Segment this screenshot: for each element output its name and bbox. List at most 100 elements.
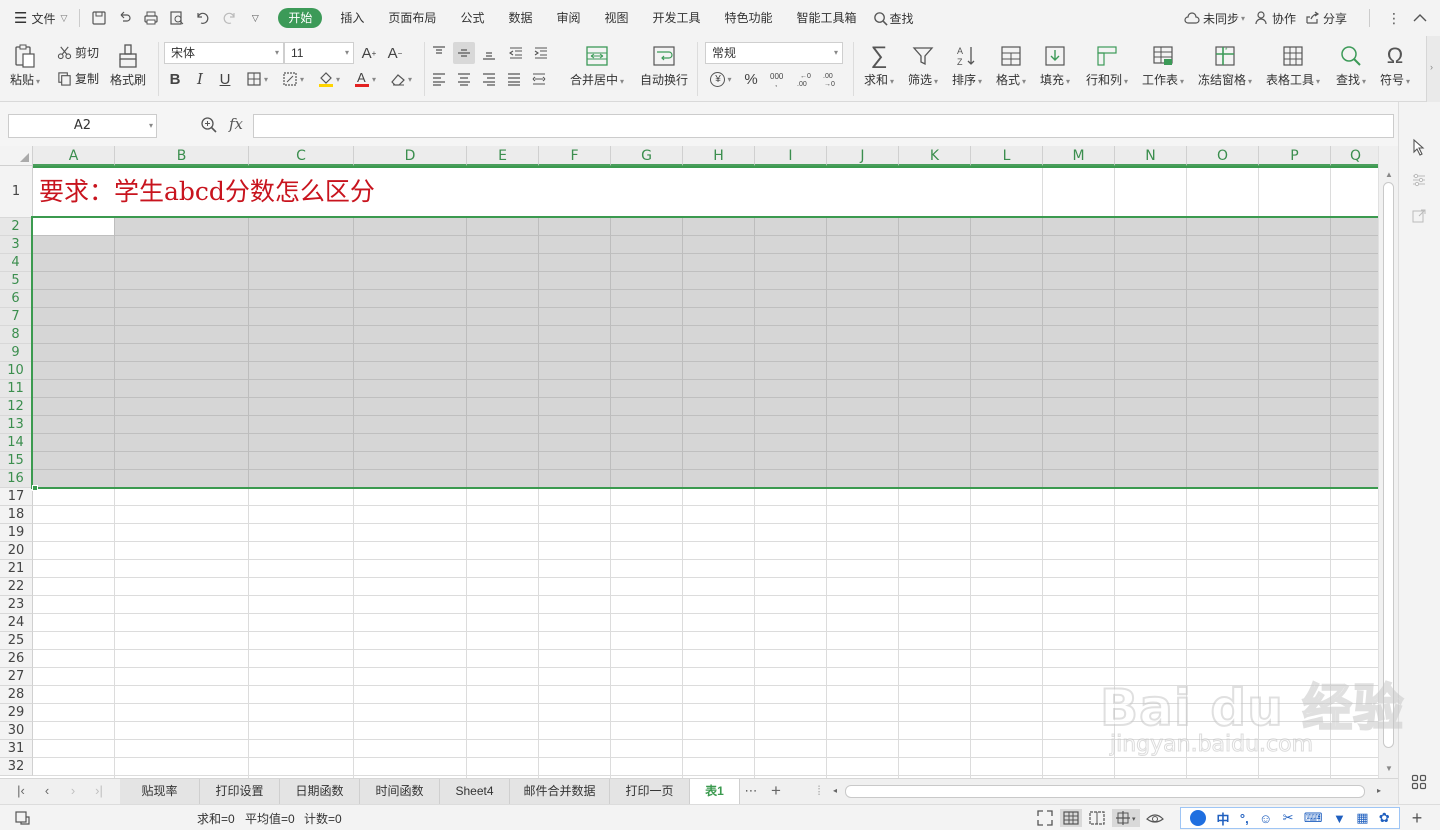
sheet-tab[interactable]: Sheet4 (440, 779, 510, 804)
filter-button[interactable]: 筛选 ▾ (908, 42, 938, 89)
next-sheet-icon[interactable]: › (64, 782, 82, 800)
ime-chinese-mode[interactable]: 中 (1217, 809, 1230, 828)
cell-a1[interactable]: 要求：学生abcd分数怎么区分 (39, 172, 375, 208)
clear-format-button[interactable]: ▾ (386, 68, 416, 90)
select-all-corner[interactable] (0, 146, 33, 166)
export-icon[interactable] (1411, 208, 1429, 226)
insert-function-button[interactable]: fx (229, 115, 243, 133)
borders-button[interactable]: ▾ (242, 68, 272, 90)
align-middle-button[interactable] (453, 42, 475, 64)
tab-page-layout[interactable]: 页面布局 (376, 0, 448, 36)
copy-button[interactable]: 复制 (57, 68, 99, 88)
fill-button[interactable]: 填充 ▾ (1040, 42, 1070, 89)
row-header-27[interactable]: 27 (0, 668, 33, 686)
format-painter-button[interactable]: 格式刷 (110, 42, 146, 87)
column-header-a[interactable]: A (33, 146, 115, 166)
column-header-i[interactable]: I (755, 146, 827, 166)
italic-button[interactable]: I (189, 68, 211, 90)
tab-developer[interactable]: 开发工具 (641, 0, 713, 36)
cell-area[interactable]: 要求：学生abcd分数怎么区分 (31, 166, 1381, 778)
format-button[interactable]: 格式 ▾ (996, 42, 1026, 89)
column-header-e[interactable]: E (467, 146, 539, 166)
row-header-5[interactable]: 5 (0, 272, 33, 290)
worksheet-button[interactable]: 工作表 ▾ (1142, 42, 1184, 89)
align-bottom-button[interactable] (478, 42, 500, 64)
last-sheet-icon[interactable]: ›| (90, 782, 108, 800)
column-header-h[interactable]: H (683, 146, 755, 166)
ime-apps-icon[interactable]: ▦ (1356, 810, 1368, 826)
tab-data[interactable]: 数据 (496, 0, 544, 36)
ime-punctuation-icon[interactable]: °, (1240, 811, 1249, 826)
search-command[interactable]: 查找 (873, 0, 914, 36)
align-left-button[interactable] (428, 68, 450, 90)
currency-button[interactable]: ¥ ▾ (706, 68, 736, 90)
spreadsheet-grid[interactable]: ABCDEFGHIJKLMNOPQ 1 2 3 4 5 6 7 8 9 10 11 12 13 14 15 1… (0, 146, 1398, 778)
sheet-tab[interactable]: 日期函数 (280, 779, 360, 804)
prev-sheet-icon[interactable]: ‹ (38, 782, 56, 800)
row-header-18[interactable]: 18 (0, 506, 33, 524)
decrease-font-size-button[interactable]: A − (384, 42, 406, 64)
row-header-31[interactable]: 31 (0, 740, 33, 758)
sheet-tab[interactable]: 贴现率 (120, 779, 200, 804)
align-right-button[interactable] (478, 68, 500, 90)
row-header-3[interactable]: 3 (0, 236, 33, 254)
row-header-9[interactable]: 9 (0, 344, 33, 362)
fill-color-button[interactable]: ▾ (314, 68, 344, 90)
print-preview-icon[interactable] (167, 8, 187, 28)
row-header-21[interactable]: 21 (0, 560, 33, 578)
sliders-icon[interactable] (1411, 172, 1429, 190)
undo-icon[interactable] (193, 8, 213, 28)
tab-view[interactable]: 视图 (592, 0, 640, 36)
row-header-10[interactable]: 10 (0, 362, 33, 380)
ribbon-scroll-strip[interactable]: › (1426, 36, 1440, 102)
row-header-30[interactable]: 30 (0, 722, 33, 740)
row-header-14[interactable]: 14 (0, 434, 33, 452)
column-header-g[interactable]: G (611, 146, 683, 166)
sort-button[interactable]: AZ 排序 ▾ (952, 42, 982, 89)
redo-icon[interactable] (219, 8, 239, 28)
vertical-scrollbar[interactable]: ▲ ▼ (1378, 146, 1398, 778)
reading-mode-icon[interactable]: ▾ (1112, 809, 1140, 827)
column-header-k[interactable]: K (899, 146, 971, 166)
row-header-17[interactable]: 17 (0, 488, 33, 506)
row-header-22[interactable]: 22 (0, 578, 33, 596)
cut-button[interactable]: 剪切 (57, 42, 99, 62)
row-header-15[interactable]: 15 (0, 452, 33, 470)
tab-insert[interactable]: 插入 (328, 0, 376, 36)
tab-home[interactable]: 开始 (278, 8, 323, 28)
row-header-24[interactable]: 24 (0, 614, 33, 632)
row-header-2[interactable]: 2 (0, 218, 33, 236)
fullscreen-icon[interactable] (1036, 809, 1054, 827)
print-icon[interactable] (141, 8, 161, 28)
macro-record-icon[interactable] (14, 809, 32, 827)
scroll-up-icon[interactable]: ▲ (1385, 170, 1393, 179)
row-header-11[interactable]: 11 (0, 380, 33, 398)
column-header-d[interactable]: D (354, 146, 467, 166)
tab-formula[interactable]: 公式 (448, 0, 496, 36)
sheet-tab[interactable]: 表1 (690, 779, 740, 804)
row-header-32[interactable]: 32 (0, 758, 33, 776)
column-header-p[interactable]: P (1259, 146, 1331, 166)
row-header-1[interactable]: 1 (0, 166, 33, 218)
select-cursor-icon[interactable] (1411, 138, 1429, 156)
row-header-4[interactable]: 4 (0, 254, 33, 272)
fill-handle[interactable] (32, 485, 38, 491)
column-header-n[interactable]: N (1115, 146, 1187, 166)
zoom-search-icon[interactable] (200, 116, 220, 136)
increase-font-size-button[interactable]: A + (358, 42, 380, 64)
undo-history-icon[interactable] (115, 8, 135, 28)
save-icon[interactable] (89, 8, 109, 28)
justify-button[interactable] (503, 68, 525, 90)
ime-skin-icon[interactable]: ▼ (1333, 811, 1346, 826)
row-header-8[interactable]: 8 (0, 326, 33, 344)
collaborate-button[interactable]: 协作 (1255, 0, 1296, 36)
percent-button[interactable]: % (740, 68, 762, 90)
sheet-tab[interactable]: 打印一页 (610, 779, 690, 804)
column-header-c[interactable]: C (249, 146, 354, 166)
table-tools-button[interactable]: 表格工具 ▾ (1266, 42, 1320, 89)
more-sheets-button[interactable]: ⋯ (742, 782, 760, 800)
ime-scissors-icon[interactable]: ✂ (1283, 810, 1294, 826)
sync-status[interactable]: 未同步 ▾ (1184, 0, 1245, 36)
scroll-right-icon[interactable]: ▸ (1370, 782, 1388, 800)
ime-emoji-icon[interactable]: ☺ (1259, 811, 1272, 826)
